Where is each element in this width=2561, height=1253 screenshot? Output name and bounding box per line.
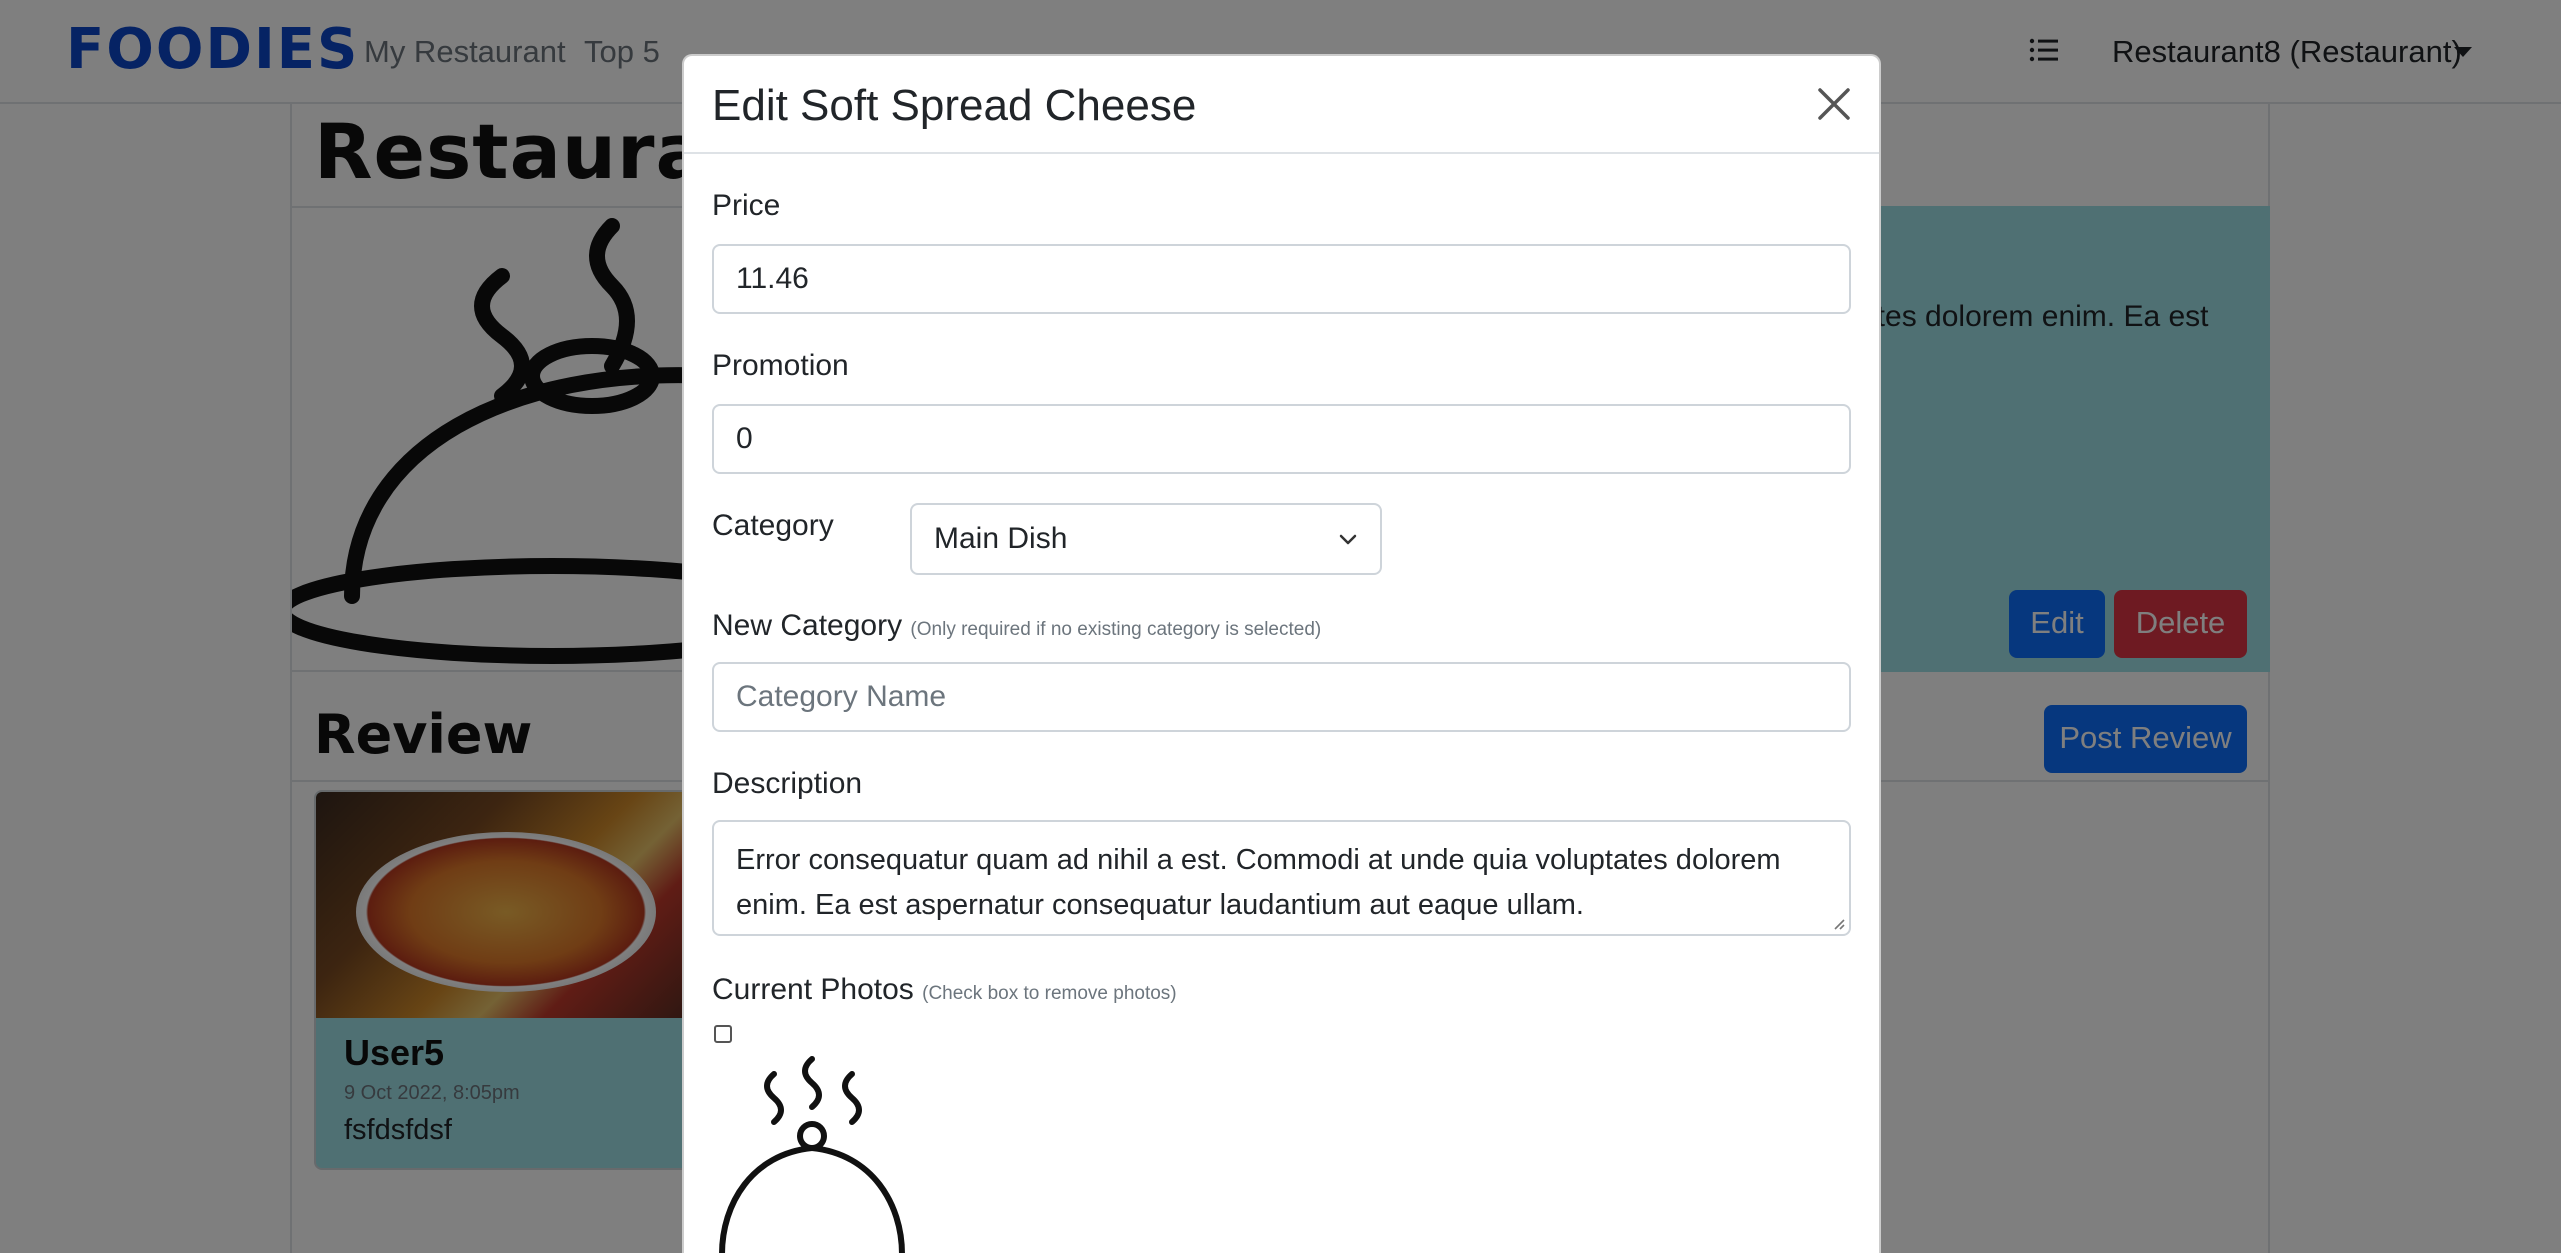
new-category-hint: (Only required if no existing category i… [910,619,1322,640]
description-textarea[interactable]: Error consequatur quam ad nihil a est. C… [712,820,1851,936]
edit-item-modal: Edit Soft Spread Cheese Price 11.46 Prom… [682,54,1881,1253]
promotion-label: Promotion [712,349,849,382]
current-photos-label: Current Photos (Check box to remove phot… [712,970,1177,1014]
remove-photo-checkbox[interactable] [714,1025,732,1043]
price-input[interactable]: 11.46 [712,244,1851,314]
category-selected-value: Main Dish [934,522,1068,555]
modal-header: Edit Soft Spread Cheese [684,56,1879,154]
new-category-input[interactable]: Category Name [712,662,1851,732]
promotion-input[interactable]: 0 [712,404,1851,474]
cloche-photo-thumbnail [719,1056,905,1253]
new-category-label: New Category (Only required if no existi… [712,606,1321,650]
description-label: Description [712,767,863,800]
new-category-label-text: New Category [712,609,903,642]
chevron-down-icon [1339,534,1357,545]
close-icon[interactable] [1814,84,1854,124]
description-text: Error consequatur quam ad nihil a est. C… [736,844,1781,921]
category-label: Category [712,509,834,542]
resize-grip-icon[interactable] [1831,916,1845,930]
category-select[interactable]: Main Dish [910,503,1382,575]
modal-title: Edit Soft Spread Cheese [712,81,1197,130]
current-photos-label-text: Current Photos [712,973,914,1006]
price-label: Price [712,189,781,222]
current-photos-hint: (Check box to remove photos) [922,983,1177,1004]
